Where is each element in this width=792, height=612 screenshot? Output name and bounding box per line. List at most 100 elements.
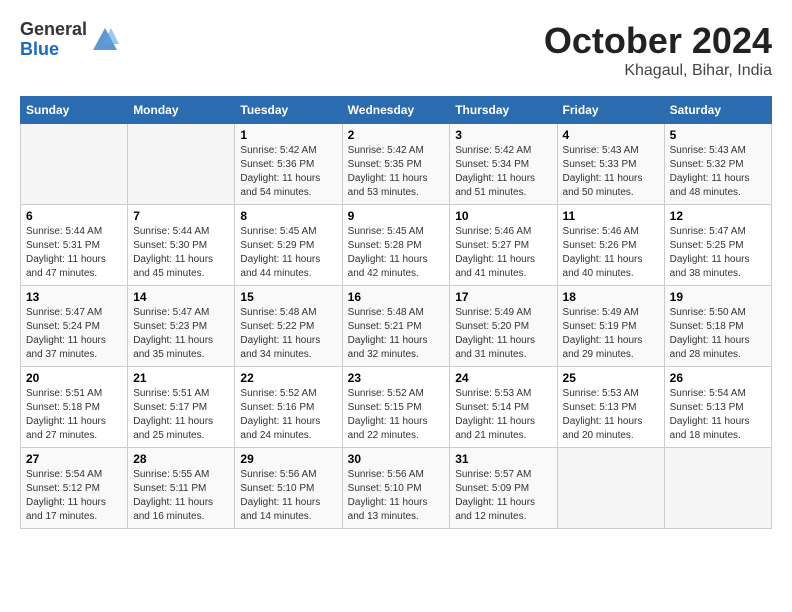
calendar-week-3: 13 Sunrise: 5:47 AM Sunset: 5:24 PM Dayli… [21,286,772,367]
day-number: 1 [240,128,336,142]
logo-blue-text: Blue [20,40,87,60]
weekday-header-monday: Monday [128,97,235,124]
cell-info: Sunrise: 5:43 AM Sunset: 5:33 PM Dayligh… [563,144,659,200]
calendar-cell: 18Sunrise: 5:49 AM Sunset: 5:19 PM Dayli… [557,286,664,367]
calendar-table: SundayMondayTuesdayWednesdayThursdayFrid… [20,96,772,529]
cell-info: Sunrise: 5:54 AM Sunset: 5:13 PM Dayligh… [670,387,766,443]
calendar-cell [557,448,664,529]
day-number: 26 [670,371,766,385]
day-number: 6 [26,209,122,223]
day-number: 8 [240,209,336,223]
day-number: 31 [455,452,551,466]
day-number: 2 [348,128,445,142]
calendar-cell: 15 Sunrise: 5:48 AM Sunset: 5:22 PM Dayli… [235,286,342,367]
day-number: 25 [563,371,659,385]
calendar-cell: 6 Sunrise: 5:44 AM Sunset: 5:31 PM Daylig… [21,205,128,286]
calendar-cell: 3Sunrise: 5:42 AM Sunset: 5:34 PM Daylig… [450,124,557,205]
calendar-cell: 27 Sunrise: 5:54 AM Sunset: 5:12 PM Dayli… [21,448,128,529]
calendar-cell: 1Sunrise: 5:42 AM Sunset: 5:36 PM Daylig… [235,124,342,205]
title-block: October 2024 Khagaul, Bihar, India [544,20,772,80]
calendar-week-1: 1Sunrise: 5:42 AM Sunset: 5:36 PM Daylig… [21,124,772,205]
day-number: 3 [455,128,551,142]
weekday-header-friday: Friday [557,97,664,124]
calendar-cell: 2 Sunrise: 5:42 AM Sunset: 5:35 PM Daylig… [342,124,450,205]
day-number: 15 [240,290,336,304]
cell-info: Sunrise: 5:45 AM Sunset: 5:28 PM Dayligh… [348,225,445,281]
weekday-header-tuesday: Tuesday [235,97,342,124]
calendar-cell: 4 Sunrise: 5:43 AM Sunset: 5:33 PM Daylig… [557,124,664,205]
calendar-cell: 25 Sunrise: 5:53 AM Sunset: 5:13 PM Dayli… [557,367,664,448]
calendar-week-5: 27 Sunrise: 5:54 AM Sunset: 5:12 PM Dayli… [21,448,772,529]
calendar-cell: 17 Sunrise: 5:49 AM Sunset: 5:20 PM Dayli… [450,286,557,367]
calendar-cell: 26 Sunrise: 5:54 AM Sunset: 5:13 PM Dayli… [664,367,771,448]
calendar-cell: 10 Sunrise: 5:46 AM Sunset: 5:27 PM Dayli… [450,205,557,286]
weekday-header-thursday: Thursday [450,97,557,124]
cell-info: Sunrise: 5:56 AM Sunset: 5:10 PM Dayligh… [348,468,445,524]
day-number: 18 [563,290,659,304]
calendar-week-2: 6 Sunrise: 5:44 AM Sunset: 5:31 PM Daylig… [21,205,772,286]
day-number: 11 [563,209,659,223]
month-title: October 2024 [544,20,772,62]
calendar-cell: 19 Sunrise: 5:50 AM Sunset: 5:18 PM Dayli… [664,286,771,367]
calendar-cell: 16Sunrise: 5:48 AM Sunset: 5:21 PM Dayli… [342,286,450,367]
calendar-cell: 7 Sunrise: 5:44 AM Sunset: 5:30 PM Daylig… [128,205,235,286]
cell-info: Sunrise: 5:48 AM Sunset: 5:22 PM Dayligh… [240,306,336,362]
calendar-cell: 8 Sunrise: 5:45 AM Sunset: 5:29 PM Daylig… [235,205,342,286]
day-number: 22 [240,371,336,385]
day-number: 29 [240,452,336,466]
cell-info: Sunrise: 5:54 AM Sunset: 5:12 PM Dayligh… [26,468,122,524]
cell-info: Sunrise: 5:57 AM Sunset: 5:09 PM Dayligh… [455,468,551,524]
cell-info: Sunrise: 5:46 AM Sunset: 5:26 PM Dayligh… [563,225,659,281]
day-number: 30 [348,452,445,466]
calendar-cell: 28 Sunrise: 5:55 AM Sunset: 5:11 PM Dayli… [128,448,235,529]
day-number: 10 [455,209,551,223]
calendar-cell: 29 Sunrise: 5:56 AM Sunset: 5:10 PM Dayli… [235,448,342,529]
calendar-cell [128,124,235,205]
cell-info: Sunrise: 5:43 AM Sunset: 5:32 PM Dayligh… [670,144,766,200]
day-number: 23 [348,371,445,385]
cell-info: Sunrise: 5:44 AM Sunset: 5:30 PM Dayligh… [133,225,229,281]
calendar-cell [664,448,771,529]
cell-info: Sunrise: 5:52 AM Sunset: 5:15 PM Dayligh… [348,387,445,443]
cell-info: Sunrise: 5:56 AM Sunset: 5:10 PM Dayligh… [240,468,336,524]
calendar-week-4: 20Sunrise: 5:51 AM Sunset: 5:18 PM Dayli… [21,367,772,448]
day-number: 17 [455,290,551,304]
day-number: 27 [26,452,122,466]
day-number: 5 [670,128,766,142]
day-number: 24 [455,371,551,385]
cell-info: Sunrise: 5:45 AM Sunset: 5:29 PM Dayligh… [240,225,336,281]
calendar-cell: 14Sunrise: 5:47 AM Sunset: 5:23 PM Dayli… [128,286,235,367]
day-number: 9 [348,209,445,223]
cell-info: Sunrise: 5:48 AM Sunset: 5:21 PM Dayligh… [348,306,445,362]
cell-info: Sunrise: 5:50 AM Sunset: 5:18 PM Dayligh… [670,306,766,362]
logo: General Blue [20,20,119,60]
cell-info: Sunrise: 5:49 AM Sunset: 5:20 PM Dayligh… [455,306,551,362]
calendar-cell: 9 Sunrise: 5:45 AM Sunset: 5:28 PM Daylig… [342,205,450,286]
cell-info: Sunrise: 5:55 AM Sunset: 5:11 PM Dayligh… [133,468,229,524]
calendar-cell: 30 Sunrise: 5:56 AM Sunset: 5:10 PM Dayli… [342,448,450,529]
calendar-cell: 24Sunrise: 5:53 AM Sunset: 5:14 PM Dayli… [450,367,557,448]
cell-info: Sunrise: 5:42 AM Sunset: 5:35 PM Dayligh… [348,144,445,200]
cell-info: Sunrise: 5:47 AM Sunset: 5:24 PM Dayligh… [26,306,122,362]
cell-info: Sunrise: 5:44 AM Sunset: 5:31 PM Dayligh… [26,225,122,281]
day-number: 4 [563,128,659,142]
calendar-cell: 21Sunrise: 5:51 AM Sunset: 5:17 PM Dayli… [128,367,235,448]
day-number: 19 [670,290,766,304]
calendar-cell: 22Sunrise: 5:52 AM Sunset: 5:16 PM Dayli… [235,367,342,448]
calendar-cell: 13 Sunrise: 5:47 AM Sunset: 5:24 PM Dayli… [21,286,128,367]
calendar-cell: 31 Sunrise: 5:57 AM Sunset: 5:09 PM Dayli… [450,448,557,529]
day-number: 28 [133,452,229,466]
location: Khagaul, Bihar, India [544,62,772,80]
cell-info: Sunrise: 5:46 AM Sunset: 5:27 PM Dayligh… [455,225,551,281]
calendar-cell: 12Sunrise: 5:47 AM Sunset: 5:25 PM Dayli… [664,205,771,286]
day-number: 14 [133,290,229,304]
cell-info: Sunrise: 5:51 AM Sunset: 5:17 PM Dayligh… [133,387,229,443]
page-header: General Blue October 2024 Khagaul, Bihar… [20,20,772,80]
logo-icon [91,26,119,54]
day-number: 13 [26,290,122,304]
day-number: 7 [133,209,229,223]
cell-info: Sunrise: 5:53 AM Sunset: 5:13 PM Dayligh… [563,387,659,443]
calendar-cell: 23 Sunrise: 5:52 AM Sunset: 5:15 PM Dayli… [342,367,450,448]
logo-general-text: General [20,20,87,40]
day-number: 12 [670,209,766,223]
